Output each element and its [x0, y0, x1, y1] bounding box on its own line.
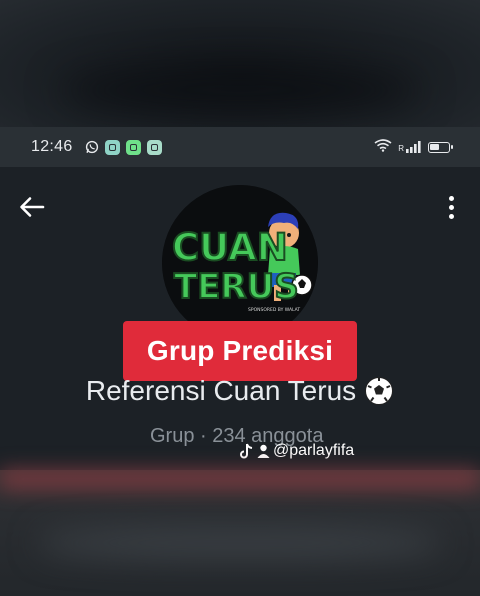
app-notification-icon — [125, 139, 141, 155]
user-icon — [257, 444, 270, 458]
logo-text-cuan: CUAN — [172, 226, 288, 269]
group-avatar[interactable]: CUAN TERUS SPONSORED BY WALAT — [162, 185, 318, 341]
tiktok-watermark: @parlayfifa — [240, 442, 354, 460]
wifi-icon — [374, 138, 392, 157]
group-name-text: Referensi Cuan Terus — [85, 375, 357, 406]
more-vertical-icon — [448, 195, 454, 201]
roaming-label: R — [398, 144, 404, 153]
status-time: 12:46 — [31, 138, 73, 155]
more-vertical-dot — [448, 204, 454, 210]
watermark-handle: @parlayfifa — [273, 442, 355, 459]
blur-smear — [40, 528, 440, 558]
logo-sponsor-text: SPONSORED BY WALAT — [248, 307, 300, 313]
more-options-button[interactable] — [440, 193, 462, 221]
tiktok-icon — [240, 443, 253, 459]
blurred-background-bottom — [0, 470, 480, 596]
screen: 12:46 R CUAN TERUS SPONSORED BY WALAT Gr… — [0, 0, 480, 596]
battery-icon — [428, 141, 453, 153]
blur-smear — [60, 70, 420, 110]
arrow-left-icon — [20, 197, 45, 217]
status-bar: 12:46 R — [0, 127, 480, 167]
logo-text-terus: TERUS — [174, 267, 299, 307]
shield-app-icon — [146, 139, 162, 155]
blurred-background-top — [0, 0, 480, 127]
app-notification-icon — [104, 139, 120, 155]
notification-icons — [85, 139, 162, 155]
group-profile-header: CUAN TERUS SPONSORED BY WALAT Grup Predi… — [0, 167, 480, 470]
more-vertical-dot — [448, 213, 454, 219]
cuan-terus-logo: CUAN TERUS SPONSORED BY WALAT — [162, 185, 318, 341]
signal-icon: R — [398, 141, 422, 153]
group-name: Referensi Cuan Terus — [0, 375, 480, 407]
soccer-ball-icon — [365, 377, 394, 405]
system-icons: R — [374, 127, 453, 167]
whatsapp-icon — [85, 140, 99, 154]
group-prediction-badge: Grup Prediksi — [123, 321, 357, 381]
back-button[interactable] — [18, 193, 46, 221]
blur-smear — [0, 470, 480, 488]
